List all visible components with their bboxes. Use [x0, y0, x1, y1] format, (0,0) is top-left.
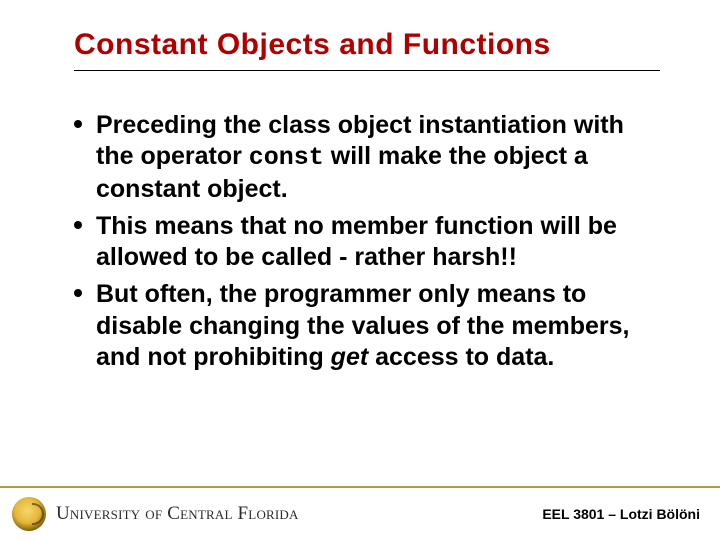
slide-body: Preceding the class object instantiation…	[74, 110, 660, 379]
university-brand: University of Central Florida	[12, 497, 299, 531]
bullet-item: This means that no member function will …	[74, 211, 660, 274]
slide: Constant Objects and Functions Preceding…	[0, 0, 720, 540]
code-keyword: const	[249, 143, 324, 172]
course-footer: EEL 3801 – Lotzi Bölöni	[542, 506, 700, 522]
bullet-dot-icon	[74, 289, 82, 297]
university-seal-icon	[12, 497, 46, 531]
bullet-item: But often, the programmer only means to …	[74, 279, 660, 373]
bullet-dot-icon	[74, 221, 82, 229]
bullet-item: Preceding the class object instantiation…	[74, 110, 660, 205]
bullet-text: access to data.	[368, 343, 554, 371]
university-name: University of Central Florida	[56, 503, 299, 525]
footer: University of Central Florida EEL 3801 –…	[0, 486, 720, 540]
bullet-dot-icon	[74, 120, 82, 128]
bullet-text: This means that no member function will …	[96, 212, 617, 271]
italic-word: get	[331, 343, 369, 371]
slide-title: Constant Objects and Functions	[74, 28, 660, 71]
